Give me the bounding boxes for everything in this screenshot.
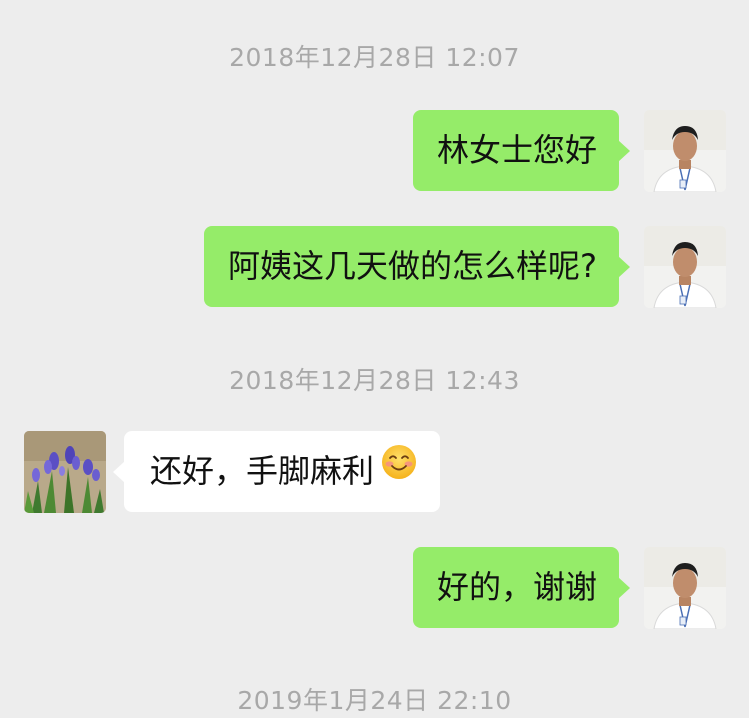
self-avatar[interactable] (644, 226, 726, 308)
message-text: 还好，手脚麻利 (150, 452, 375, 490)
message-text: 阿姨这几天做的怎么样呢? (228, 247, 597, 285)
message-bubble-sent[interactable]: 林女士您好 (412, 110, 631, 191)
message-bubble-sent[interactable]: 好的，谢谢 (412, 547, 631, 628)
message-bubble-received[interactable]: 还好，手脚麻利 (112, 430, 441, 512)
flower-photo-avatar-icon (24, 431, 106, 513)
message-text: 好的，谢谢 (436, 568, 597, 606)
timestamp: 2018年12月28日 12:43 (229, 366, 520, 395)
user-photo-avatar-icon (644, 547, 726, 629)
message-bubble-sent[interactable]: 阿姨这几天做的怎么样呢? (204, 226, 630, 307)
timestamp: 2019年1月24日 22:10 (237, 686, 512, 715)
contact-avatar[interactable] (24, 431, 106, 513)
message-text: 林女士您好 (436, 131, 597, 169)
self-avatar[interactable] (644, 547, 726, 629)
smiling-face-with-blush-icon (380, 430, 418, 511)
self-avatar[interactable] (644, 110, 726, 192)
timestamp: 2018年12月28日 12:07 (229, 43, 520, 72)
user-photo-avatar-icon (644, 110, 726, 192)
user-photo-avatar-icon (644, 226, 726, 308)
